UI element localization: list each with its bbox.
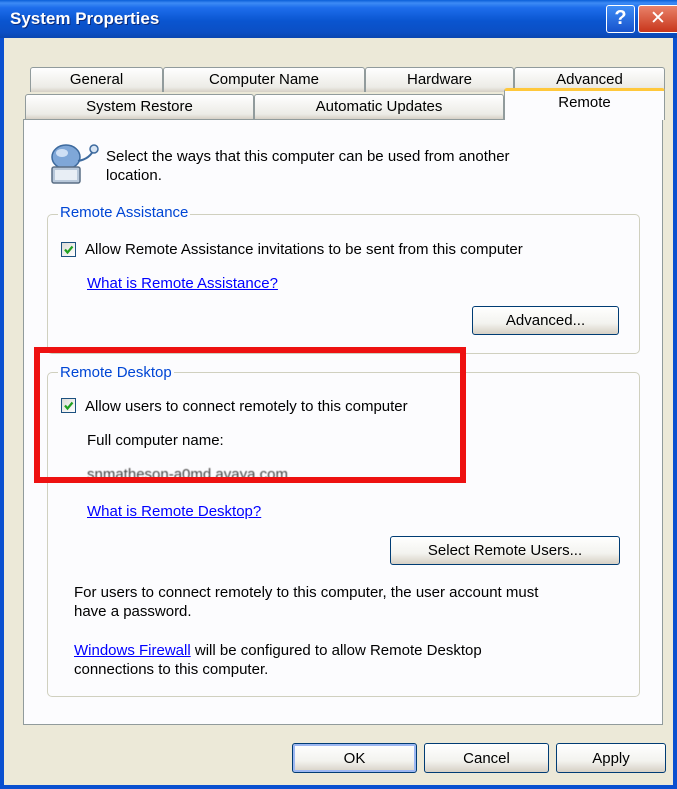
what-is-remote-desktop-link[interactable]: What is Remote Desktop? <box>87 502 261 521</box>
apply-button[interactable]: Apply <box>556 743 666 773</box>
firewall-note-line2: connections to this computer. <box>74 661 269 678</box>
tab-hardware[interactable]: Hardware <box>365 67 514 92</box>
remote-computer-icon <box>44 141 102 193</box>
select-remote-users-button[interactable]: Select Remote Users... <box>390 536 620 565</box>
remote-desktop-checkbox-label[interactable]: Allow users to connect remotely to this … <box>85 397 408 416</box>
help-icon[interactable]: ? <box>606 5 635 33</box>
password-note-line1: For users to connect remotely to this co… <box>74 584 539 601</box>
remote-assistance-label: Remote Assistance <box>58 204 191 222</box>
full-computer-name-value: snmatheson-a0md.avaya.com <box>87 466 288 483</box>
title-bar[interactable]: System Properties ? ✕ <box>0 0 677 38</box>
window-title: System Properties <box>10 9 160 28</box>
password-note-line2: have a password. <box>74 603 192 620</box>
intro-text-line1: Select the ways that this computer can b… <box>106 148 510 165</box>
remote-assistance-checkbox-label[interactable]: Allow Remote Assistance invitations to b… <box>85 240 523 259</box>
window-frame-bottom <box>0 785 677 789</box>
cancel-button[interactable]: Cancel <box>424 743 549 773</box>
advanced-button[interactable]: Advanced... <box>472 306 619 335</box>
window-frame-right <box>673 38 677 789</box>
tab-general[interactable]: General <box>30 67 163 92</box>
what-is-remote-assistance-link[interactable]: What is Remote Assistance? <box>87 274 278 293</box>
close-icon[interactable]: ✕ <box>638 5 677 33</box>
remote-desktop-checkbox[interactable] <box>61 398 76 413</box>
system-properties-window: System Properties ? ✕ General Computer N… <box>0 0 677 789</box>
checkmark-icon <box>64 401 74 411</box>
ok-button[interactable]: OK <box>292 743 417 773</box>
tab-remote[interactable]: Remote <box>504 88 665 120</box>
window-frame-left <box>0 38 4 789</box>
tab-computer-name[interactable]: Computer Name <box>163 67 365 92</box>
tab-system-restore[interactable]: System Restore <box>25 94 254 119</box>
checkmark-icon <box>64 245 74 255</box>
remote-assistance-checkbox[interactable] <box>61 242 76 257</box>
firewall-note-line1: Windows Firewall will be configured to a… <box>74 641 482 660</box>
tab-automatic-updates[interactable]: Automatic Updates <box>254 94 504 119</box>
firewall-note-rest: will be configured to allow Remote Deskt… <box>190 642 482 659</box>
windows-firewall-link[interactable]: Windows Firewall <box>74 642 191 659</box>
intro-text-line2: location. <box>106 167 162 184</box>
remote-desktop-label: Remote Desktop <box>58 364 174 382</box>
full-computer-name-label: Full computer name: <box>87 432 224 449</box>
